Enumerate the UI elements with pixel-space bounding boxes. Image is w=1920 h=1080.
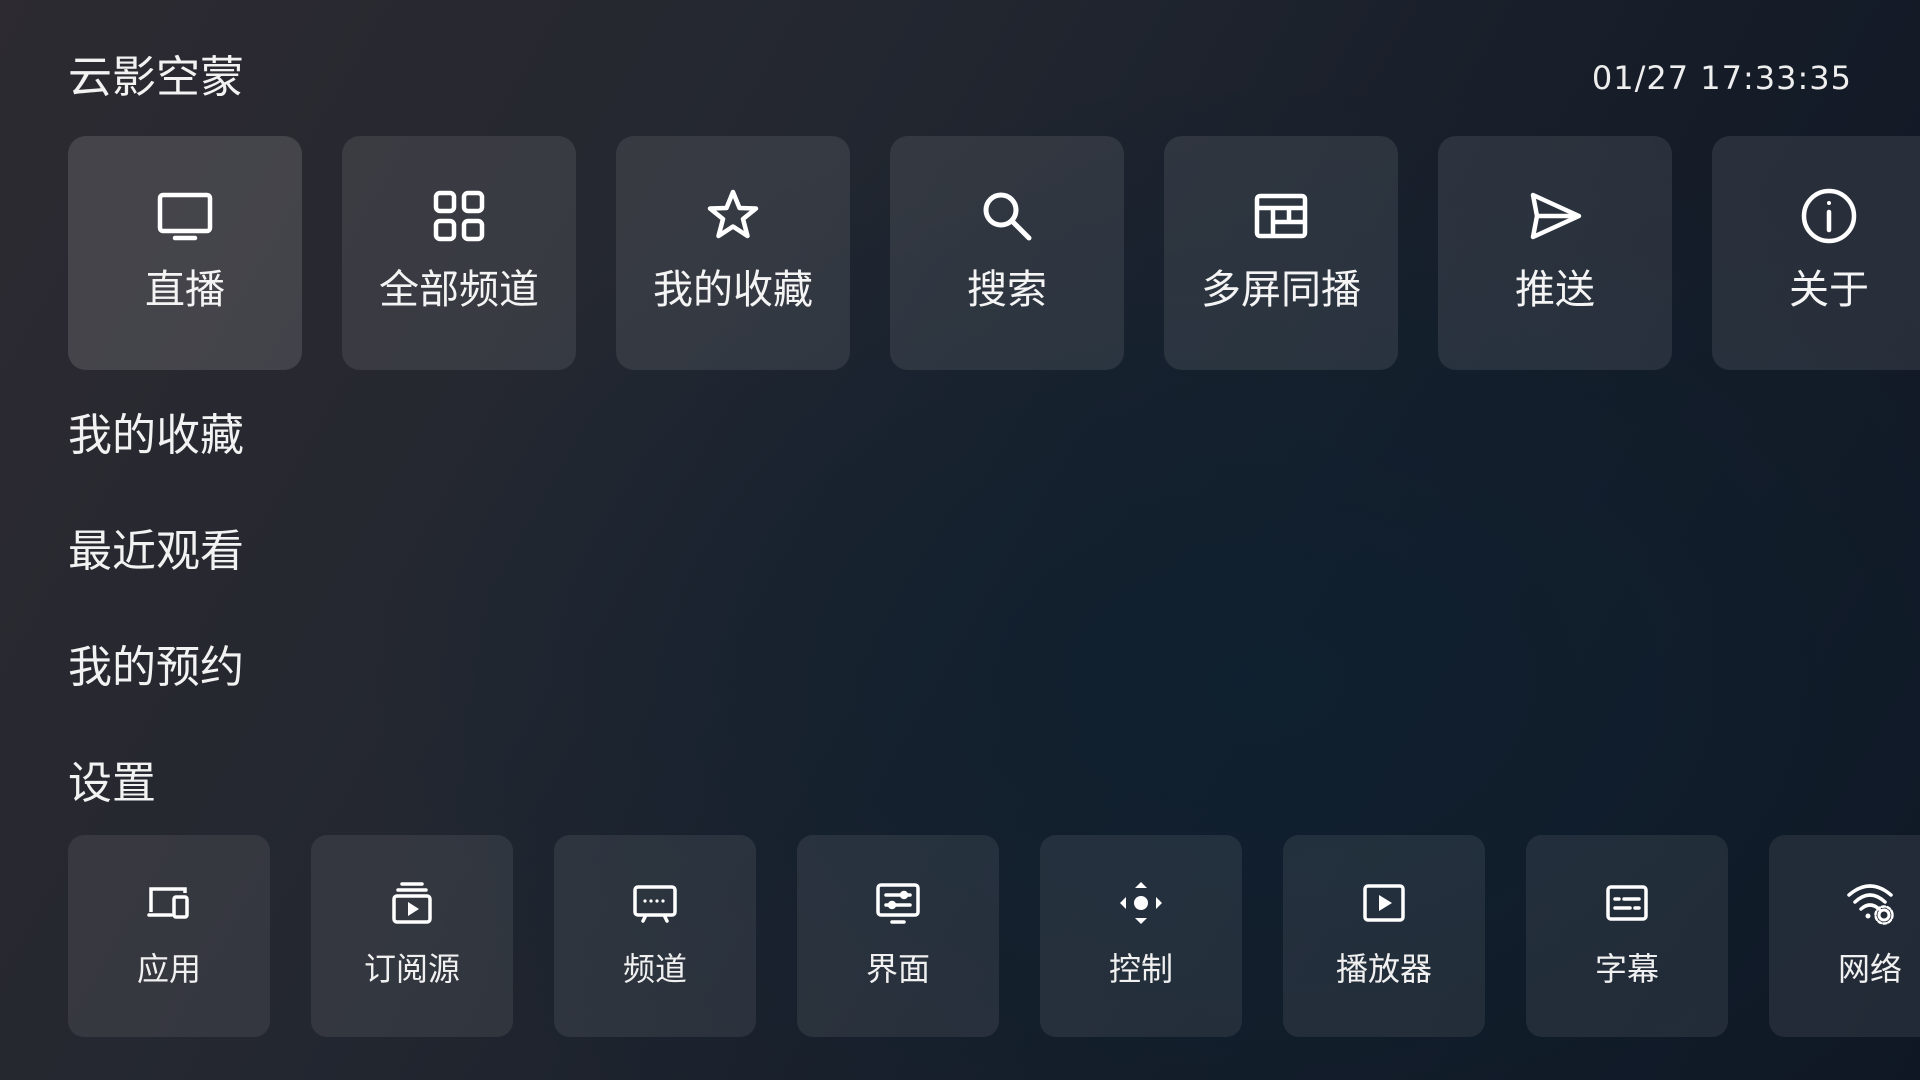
- settings-item-subscriptions[interactable]: 订阅源: [311, 835, 513, 1037]
- subscriptions-icon: [388, 879, 436, 927]
- menu-item-label: 关于: [1789, 267, 1869, 313]
- devices-icon: [145, 879, 193, 927]
- menu-item-label: 搜索: [967, 267, 1047, 313]
- settings-item-interface[interactable]: 界面: [797, 835, 999, 1037]
- top-menu: 直播 全部频道 我的收藏 搜索 多屏同播 推送 关于: [68, 136, 1920, 370]
- menu-item-search[interactable]: 搜索: [890, 136, 1124, 370]
- settings-item-label: 界面: [865, 950, 930, 988]
- settings-item-channel[interactable]: 频道: [554, 835, 756, 1037]
- menu-item-all-channels[interactable]: 全部频道: [342, 136, 576, 370]
- tv-icon: [155, 186, 215, 246]
- menu-item-label: 多屏同播: [1201, 267, 1361, 313]
- send-icon: [1525, 186, 1585, 246]
- settings-item-label: 订阅源: [363, 950, 460, 988]
- menu-item-live[interactable]: 直播: [68, 136, 302, 370]
- settings-item-app[interactable]: 应用: [68, 835, 270, 1037]
- remote-control-icon: [1117, 879, 1165, 927]
- menu-item-favorites[interactable]: 我的收藏: [616, 136, 850, 370]
- settings-item-label: 网络: [1837, 950, 1902, 988]
- section-reservations[interactable]: 我的预约: [68, 638, 244, 698]
- menu-item-push[interactable]: 推送: [1438, 136, 1672, 370]
- search-icon: [977, 186, 1037, 246]
- wifi-settings-icon: [1846, 879, 1894, 927]
- menu-item-label: 直播: [145, 267, 225, 313]
- clock: 01/27 17:33:35: [1591, 59, 1852, 97]
- grid-icon: [429, 186, 489, 246]
- player-icon: [1360, 879, 1408, 927]
- settings-item-control[interactable]: 控制: [1040, 835, 1242, 1037]
- section-favorites[interactable]: 我的收藏: [68, 406, 244, 466]
- menu-item-label: 我的收藏: [653, 267, 813, 313]
- multi-screen-icon: [1251, 186, 1311, 246]
- info-icon: [1799, 186, 1859, 246]
- settings-menu: 应用 订阅源 频道 界面 控制 播放器 字幕 网络: [68, 835, 1920, 1037]
- channel-icon: [631, 879, 679, 927]
- menu-item-label: 推送: [1515, 267, 1595, 313]
- settings-item-network[interactable]: 网络: [1769, 835, 1920, 1037]
- interface-icon: [874, 879, 922, 927]
- section-settings: 设置: [68, 758, 156, 809]
- settings-item-subtitles[interactable]: 字幕: [1526, 835, 1728, 1037]
- settings-item-player[interactable]: 播放器: [1283, 835, 1485, 1037]
- settings-item-label: 播放器: [1335, 950, 1432, 988]
- menu-item-multi-screen[interactable]: 多屏同播: [1164, 136, 1398, 370]
- star-icon: [703, 186, 763, 246]
- settings-item-label: 控制: [1108, 950, 1173, 988]
- section-recent[interactable]: 最近观看: [68, 522, 244, 582]
- subtitles-icon: [1603, 879, 1651, 927]
- menu-item-about[interactable]: 关于: [1712, 136, 1920, 370]
- menu-item-label: 全部频道: [379, 267, 539, 313]
- settings-item-label: 频道: [622, 950, 687, 988]
- settings-item-label: 字幕: [1594, 950, 1659, 988]
- settings-item-label: 应用: [136, 950, 201, 988]
- app-title: 云影空蒙: [68, 52, 244, 103]
